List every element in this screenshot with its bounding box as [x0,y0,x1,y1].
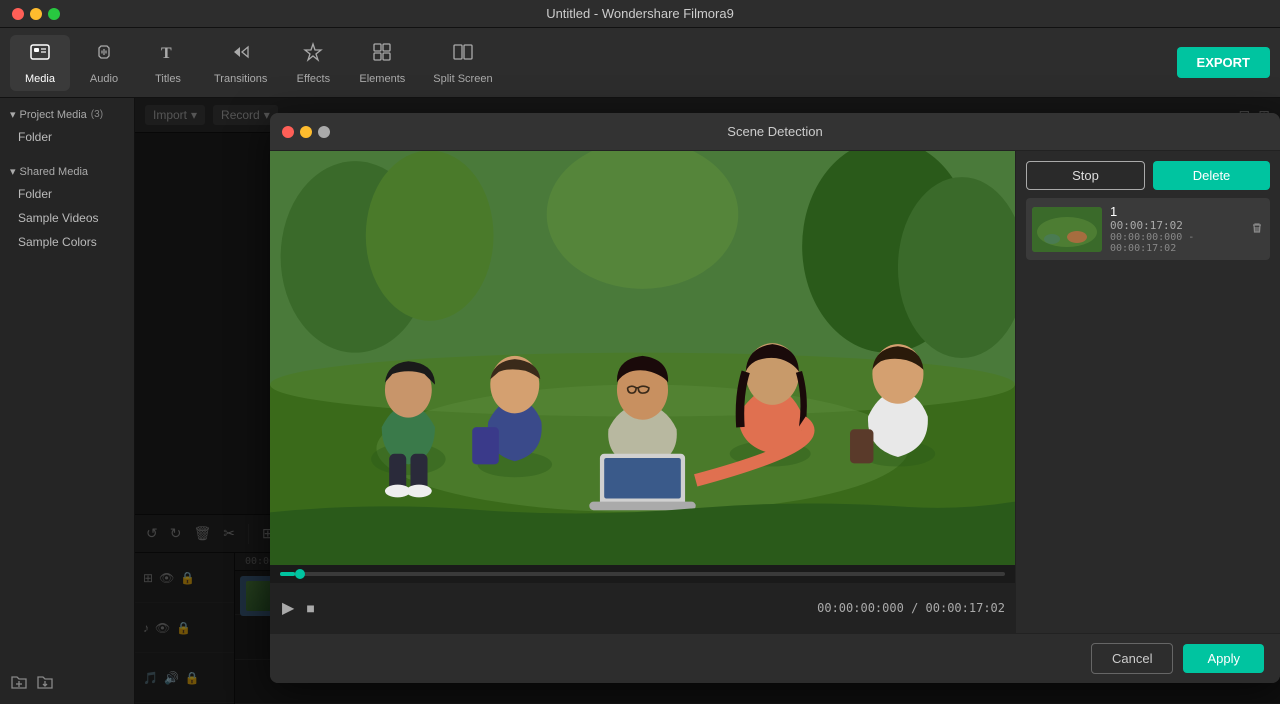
transitions-icon [230,41,252,69]
shared-media-section: ▾ Shared Media Folder Sample Videos Samp… [0,155,134,260]
scene-detection-actions: Stop Delete [1026,161,1270,190]
sidebar: ▾ Project Media (3) Folder ▾ Shared Medi… [0,98,135,704]
toolbar-audio[interactable]: Audio [74,35,134,91]
maximize-button[interactable] [48,8,60,20]
modal-video-area: ▶ ■ 00:00:00:000 / 00:00:17:02 [270,151,1015,633]
sidebar-item-folder1[interactable]: Folder [0,125,134,149]
modal-expand-button[interactable] [318,126,330,138]
progress-fill [280,572,295,576]
scrubber-bar[interactable] [270,565,1015,583]
export-button[interactable]: EXPORT [1177,47,1270,78]
scene-thumbnail [1032,207,1102,252]
titlebar: Untitled - Wondershare Filmora9 [0,0,1280,28]
toolbar-elements-label: Elements [359,73,405,85]
sidebar-item-sample-videos[interactable]: Sample Videos [0,206,134,230]
stop-button[interactable]: ■ [304,598,316,618]
delete-scene-button[interactable]: Delete [1153,161,1270,190]
project-media-section: ▾ Project Media (3) Folder [0,98,134,155]
new-folder-icon[interactable] [10,673,28,696]
scene-delete-icon[interactable] [1250,221,1264,238]
split-screen-icon [452,41,474,69]
chevron-down-icon2: ▾ [10,165,16,178]
modal-title: Scene Detection [727,124,822,139]
sidebar-item-folder2[interactable]: Folder [0,182,134,206]
shared-media-title[interactable]: ▾ Shared Media [0,161,134,182]
window-title: Untitled - Wondershare Filmora9 [546,6,734,21]
modal-right-panel: Stop Delete [1015,151,1280,633]
main-layout: ▾ Project Media (3) Folder ▾ Shared Medi… [0,98,1280,704]
media-icon [29,41,51,69]
stop-detection-button[interactable]: Stop [1026,161,1145,190]
modal-close-button[interactable] [282,126,294,138]
toolbar-transitions-label: Transitions [214,73,267,85]
window-controls [12,8,60,20]
toolbar-transitions[interactable]: Transitions [202,35,279,91]
video-controls: ▶ ■ 00:00:00:000 / 00:00:17:02 [270,583,1015,633]
modal-body: ▶ ■ 00:00:00:000 / 00:00:17:02 S [270,151,1280,633]
video-preview [270,151,1015,565]
scene-info: 1 00:00:17:02 00:00:00:000 - 00:00:17:02 [1110,204,1242,254]
scene-number: 1 [1110,204,1242,219]
main-toolbar: Media Audio T Titles Transitions [0,28,1280,98]
import-folder-icon[interactable] [36,673,54,696]
audio-icon [93,41,115,69]
close-button[interactable] [12,8,24,20]
timecode: 00:00:00:000 / 00:00:17:02 [817,601,1005,615]
toolbar-effects[interactable]: Effects [283,35,343,91]
effects-icon [302,41,324,69]
sidebar-actions [0,665,134,704]
svg-text:T: T [161,45,172,62]
minimize-button[interactable] [30,8,42,20]
toolbar-elements[interactable]: Elements [347,35,417,91]
toolbar-media[interactable]: Media [10,35,70,91]
toolbar-split-screen-label: Split Screen [433,73,492,85]
scene-detection-modal: Scene Detection [270,113,1280,683]
scene-item: 1 00:00:17:02 00:00:00:000 - 00:00:17:02 [1026,198,1270,260]
toolbar-titles-label: Titles [155,73,181,85]
toolbar-audio-label: Audio [90,73,118,85]
scene-duration: 00:00:17:02 [1110,219,1242,232]
toolbar-effects-label: Effects [297,73,330,85]
play-button[interactable]: ▶ [280,596,296,620]
modal-window-controls [282,126,330,138]
elements-icon [371,41,393,69]
titles-icon: T [157,41,179,69]
toolbar-split-screen[interactable]: Split Screen [421,35,504,91]
progress-track[interactable] [280,572,1005,576]
apply-button[interactable]: Apply [1183,644,1264,673]
project-media-title[interactable]: ▾ Project Media (3) [0,104,134,125]
scene-range: 00:00:00:000 - 00:00:17:02 [1110,232,1242,254]
modal-titlebar: Scene Detection [270,113,1280,151]
cancel-button[interactable]: Cancel [1091,643,1173,674]
toolbar-media-label: Media [25,73,55,85]
content-area: Import ▾ Record ▾ ⊟ ⊞ [135,98,1280,704]
modal-minimize-button[interactable] [300,126,312,138]
modal-footer: Cancel Apply [270,633,1280,683]
toolbar-titles[interactable]: T Titles [138,35,198,91]
sidebar-item-sample-colors[interactable]: Sample Colors [0,230,134,254]
progress-handle[interactable] [295,569,305,579]
modal-overlay: Scene Detection [135,98,1280,704]
chevron-down-icon: ▾ [10,108,16,121]
